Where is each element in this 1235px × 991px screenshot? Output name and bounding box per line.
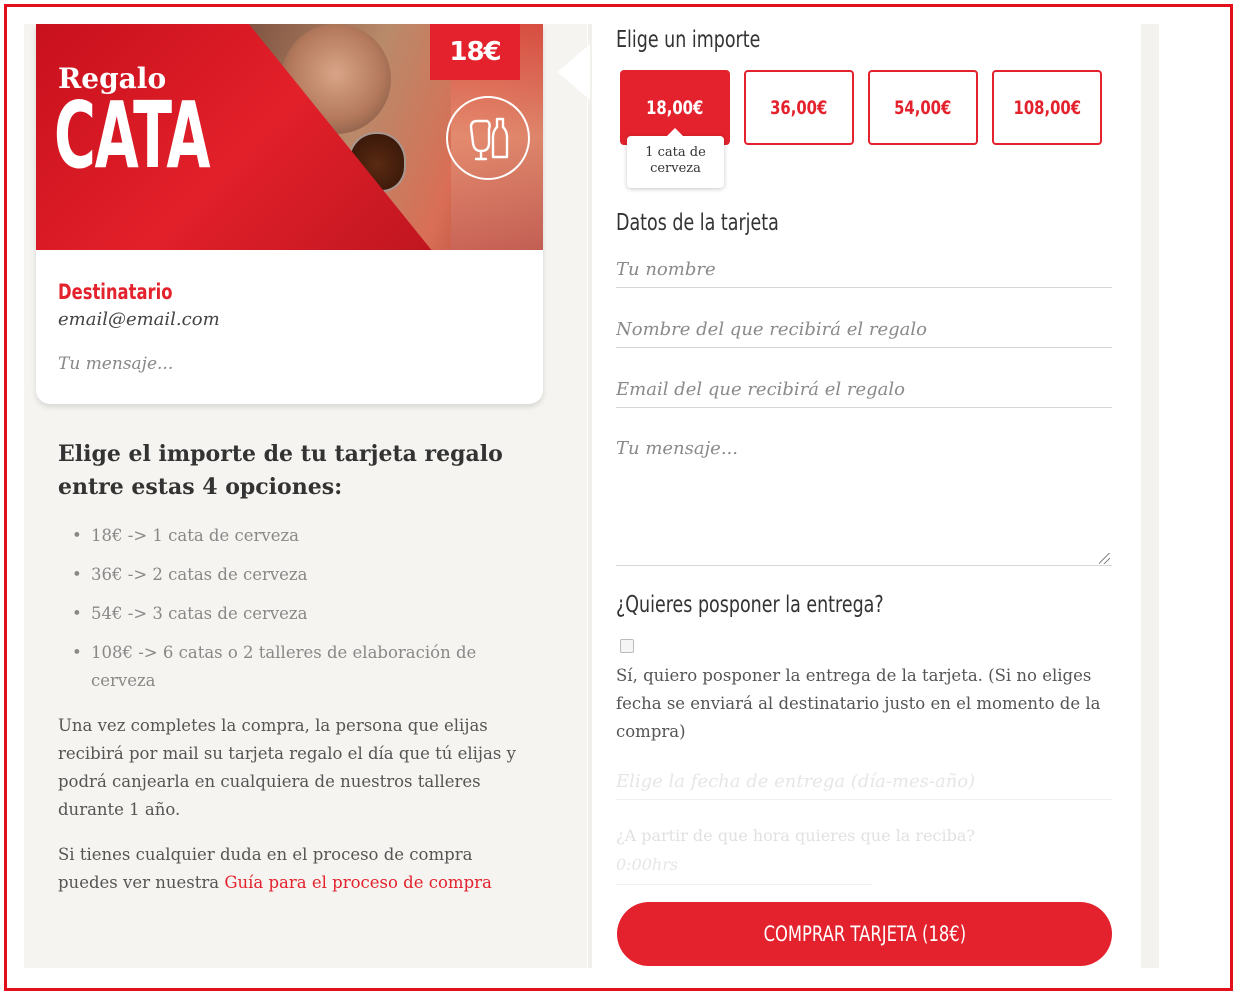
purchase-guide-link[interactable]: Guía para el proceso de compra — [224, 873, 492, 892]
gift-card-image: Regalo CATA 18€ — [36, 24, 543, 250]
buy-card-button-label: COMPRAR TARJETA (18€) — [763, 922, 966, 946]
textarea-resize-handle[interactable] — [1099, 553, 1110, 564]
amount-option-54[interactable]: 54,00€ — [868, 70, 978, 145]
amount-tooltip: 1 cata de cerveza — [627, 128, 724, 188]
amount-option-label: 108,00€ — [1013, 96, 1081, 119]
option-item: 36€ -> 2 catas de cerveza — [58, 561, 518, 589]
postpone-checkbox[interactable] — [620, 639, 634, 653]
amount-option-108[interactable]: 108,00€ — [992, 70, 1102, 145]
option-item: 18€ -> 1 cata de cerveza — [58, 522, 518, 550]
gift-info: Elige el importe de tu tarjeta regalo en… — [58, 438, 518, 897]
card-message-preview: Tu mensaje... — [58, 354, 174, 374]
gift-card-preview: Regalo CATA 18€ Destinatario email@email… — [36, 24, 543, 404]
info-heading: Elige el importe de tu tarjeta regalo en… — [58, 441, 503, 500]
gift-card-body: Destinatario email@email.com Tu mensaje.… — [36, 250, 543, 374]
postpone-checkbox-label: Sí, quiero posponer la entrega de la tar… — [616, 666, 1101, 741]
amount-option-label: 36,00€ — [770, 96, 828, 119]
info-help-paragraph: Si tienes cualquier duda en el proceso d… — [58, 841, 518, 897]
beer-icon — [446, 96, 530, 180]
postpone-title: ¿Quieres posponer la entrega? — [616, 592, 884, 618]
options-list: 18€ -> 1 cata de cerveza 36€ -> 2 catas … — [58, 522, 518, 695]
card-title-big: CATA — [54, 82, 210, 189]
option-item: 54€ -> 3 catas de cerveza — [58, 600, 518, 628]
delivery-hour-select[interactable]: 0:00hrs — [616, 855, 872, 885]
amount-option-label: 18,00€ — [646, 96, 704, 119]
price-badge: 18€ — [430, 24, 520, 80]
card-data-title: Datos de la tarjeta — [616, 210, 779, 236]
sender-name-input[interactable] — [616, 252, 1112, 288]
recipient-label: Destinatario — [58, 280, 173, 304]
delivery-hour-label: ¿A partir de que hora quieres que la rec… — [616, 826, 975, 845]
info-paragraph: Una vez completes la compra, la persona … — [58, 716, 516, 819]
recipient-email-input[interactable] — [616, 372, 1112, 408]
amount-option-36[interactable]: 36,00€ — [744, 70, 854, 145]
amount-section-title: Elige un importe — [616, 27, 761, 53]
delivery-date-input[interactable] — [616, 764, 1112, 800]
option-item: 108€ -> 6 catas o 2 talleres de elaborac… — [58, 639, 518, 695]
amount-option-label: 54,00€ — [894, 96, 952, 119]
message-textarea[interactable] — [616, 432, 1112, 566]
panel-pointer — [557, 44, 590, 100]
recipient-email: email@email.com — [58, 309, 220, 330]
recipient-name-input[interactable] — [616, 312, 1112, 348]
buy-card-button[interactable]: COMPRAR TARJETA (18€) — [617, 902, 1112, 966]
